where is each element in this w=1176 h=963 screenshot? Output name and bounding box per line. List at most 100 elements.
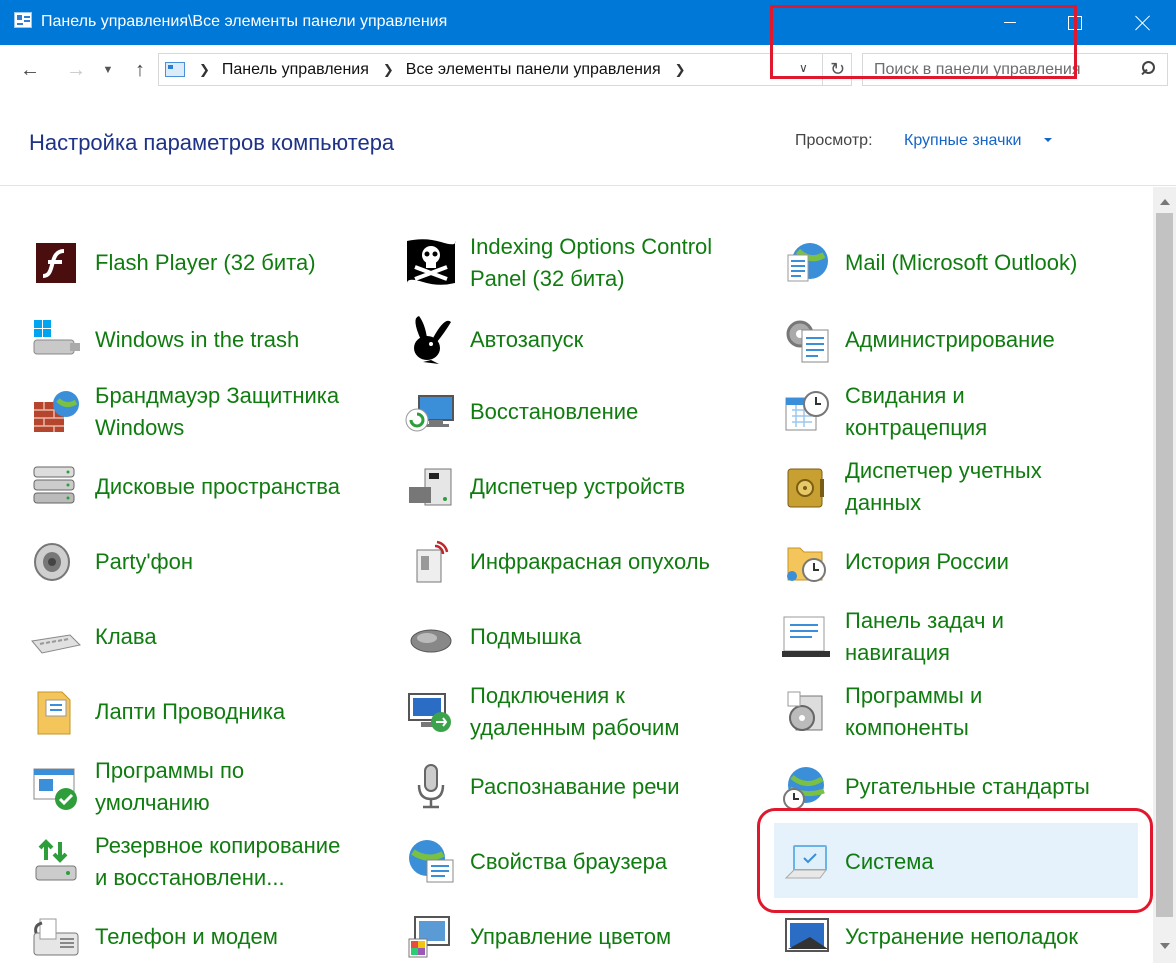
control-panel-item[interactable]: Windows in the trash xyxy=(30,308,390,372)
item-label[interactable]: Администрирование xyxy=(845,324,1055,356)
item-label-line: Windows xyxy=(95,415,185,440)
item-label[interactable]: Дисковые пространства xyxy=(95,471,340,503)
item-label[interactable]: Party'фон xyxy=(95,546,193,578)
item-label[interactable]: Инфракрасная опухоль xyxy=(470,546,710,578)
troubleshoot-icon xyxy=(780,911,832,963)
control-panel-item[interactable]: Автозапуск xyxy=(405,308,765,372)
item-label[interactable]: Диспетчер устройств xyxy=(470,471,685,503)
globe-clock-icon xyxy=(780,761,832,813)
explorer-options-icon xyxy=(30,686,82,738)
back-button[interactable]: ← xyxy=(14,55,46,85)
control-panel-item[interactable]: Резервное копирование и восстановлени... xyxy=(30,830,390,894)
control-panel-item[interactable]: Устранение неполадок xyxy=(780,905,1140,963)
item-label[interactable]: Indexing Options Control Panel (32 бита) xyxy=(470,231,712,295)
control-panel-item[interactable]: Дисковые пространства xyxy=(30,455,390,519)
control-panel-item[interactable]: Indexing Options Control Panel (32 бита) xyxy=(405,231,765,295)
control-panel-item[interactable]: Клава xyxy=(30,605,390,669)
control-panel-item[interactable]: Подключения к удаленным рабочим xyxy=(405,680,765,744)
item-label[interactable]: Ругательные стандарты xyxy=(845,771,1090,803)
control-panel-item[interactable]: Распознавание речи xyxy=(405,755,765,819)
item-label[interactable]: Программы и компоненты xyxy=(845,680,982,744)
scroll-thumb[interactable] xyxy=(1156,213,1173,917)
admin-tools-icon xyxy=(780,314,832,366)
item-label[interactable]: Mail (Microsoft Outlook) xyxy=(845,247,1077,279)
breadcrumb-control-panel[interactable]: Панель управления xyxy=(222,61,369,79)
control-panel-item[interactable]: Диспетчер учетных данных xyxy=(780,455,1140,519)
control-panel-item[interactable]: Mail (Microsoft Outlook) xyxy=(780,231,1140,295)
item-label[interactable]: Телефон и модем xyxy=(95,921,278,953)
forward-button[interactable]: → xyxy=(60,55,92,85)
search-icon[interactable] xyxy=(1141,61,1155,75)
control-panel-item[interactable]: Свойства браузера xyxy=(405,830,765,894)
control-panel-item[interactable]: Администрирование xyxy=(780,308,1140,372)
bunny-logo-icon xyxy=(405,314,457,366)
item-label[interactable]: Резервное копирование и восстановлени... xyxy=(95,830,340,894)
breadcrumb-all-items[interactable]: Все элементы панели управления xyxy=(406,61,661,79)
item-label[interactable]: Распознавание речи xyxy=(470,771,680,803)
close-button[interactable] xyxy=(1118,0,1168,45)
item-label-line: и восстановлени... xyxy=(95,865,285,890)
control-panel-item[interactable]: Инфракрасная опухоль xyxy=(405,530,765,594)
up-button[interactable]: ↑ xyxy=(126,55,154,85)
view-mode-dropdown[interactable]: Крупные значки xyxy=(904,132,1021,150)
control-panel-item[interactable]: Подмышка xyxy=(405,605,765,669)
item-label-line: контрацепция xyxy=(845,415,988,440)
item-label[interactable]: Лапти Проводника xyxy=(95,696,285,728)
item-label-line: Администрирование xyxy=(845,327,1055,352)
control-panel-item[interactable]: Брандмауэр Защитника Windows xyxy=(30,380,390,444)
firewall-icon xyxy=(30,386,82,438)
recent-locations-button[interactable]: ▼ xyxy=(98,55,118,85)
item-label[interactable]: Брандмауэр Защитника Windows xyxy=(95,380,339,444)
address-bar[interactable]: ❯ Панель управления ❯ Все элементы панел… xyxy=(158,53,852,86)
item-label[interactable]: Устранение неполадок xyxy=(845,921,1078,953)
item-label-line: Распознавание речи xyxy=(470,774,680,799)
control-panel-item[interactable]: Восстановление xyxy=(405,380,765,444)
item-label-line: Инфракрасная опухоль xyxy=(470,549,710,574)
close-icon xyxy=(1135,15,1151,31)
item-label[interactable]: Восстановление xyxy=(470,396,638,428)
chevron-down-icon[interactable] xyxy=(1044,138,1052,142)
item-label[interactable]: Управление цветом xyxy=(470,921,671,953)
item-label[interactable]: Подмышка xyxy=(470,621,581,653)
item-label[interactable]: Диспетчер учетных данных xyxy=(845,455,1042,519)
control-panel-item[interactable]: Диспетчер устройств xyxy=(405,455,765,519)
control-panel-item[interactable]: Лапти Проводника xyxy=(30,680,390,744)
chevron-right-icon[interactable]: ❯ xyxy=(675,62,686,78)
item-label[interactable]: Программы по умолчанию xyxy=(95,755,244,819)
control-panel-item[interactable]: Flash Player (32 бита) xyxy=(30,231,390,295)
item-label[interactable]: История России xyxy=(845,546,1009,578)
folder-clock-icon xyxy=(780,536,832,588)
view-label: Просмотр: xyxy=(795,132,873,149)
item-label-line: Дисковые пространства xyxy=(95,474,340,499)
item-label[interactable]: Windows in the trash xyxy=(95,324,299,356)
item-label-line: удаленным рабочим xyxy=(470,715,680,740)
item-label[interactable]: Панель задач и навигация xyxy=(845,605,1004,669)
item-label[interactable]: Свидания и контрацепция xyxy=(845,380,987,444)
item-label[interactable]: Свойства браузера xyxy=(470,846,667,878)
control-panel-item[interactable]: Свидания и контрацепция xyxy=(780,380,1140,444)
control-panel-item[interactable]: Party'фон xyxy=(30,530,390,594)
item-label-line: Программы и xyxy=(845,683,983,708)
flash-icon xyxy=(30,237,82,289)
item-label[interactable]: Подключения к удаленным рабочим xyxy=(470,680,679,744)
control-panel-item[interactable]: Программы по умолчанию xyxy=(30,755,390,819)
chevron-right-icon[interactable]: ❯ xyxy=(199,62,210,78)
item-label-line: данных xyxy=(845,490,922,515)
item-label[interactable]: Flash Player (32 бита) xyxy=(95,247,316,279)
chevron-right-icon[interactable]: ❯ xyxy=(383,62,394,78)
item-label-line: Диспетчер устройств xyxy=(470,474,686,499)
scroll-up-icon[interactable] xyxy=(1160,199,1170,205)
control-panel-item[interactable]: Программы и компоненты xyxy=(780,680,1140,744)
control-panel-item[interactable]: История России xyxy=(780,530,1140,594)
control-panel-item[interactable]: Управление цветом xyxy=(405,905,765,963)
control-panel-item[interactable]: Телефон и модем xyxy=(30,905,390,963)
control-panel-item[interactable]: Панель задач и навигация xyxy=(780,605,1140,669)
page-title: Настройка параметров компьютера xyxy=(29,130,395,155)
item-label[interactable]: Автозапуск xyxy=(470,324,583,356)
item-label[interactable]: Клава xyxy=(95,621,157,653)
recovery-icon xyxy=(405,386,457,438)
item-label-line: Panel (32 бита) xyxy=(470,266,625,291)
control-panel-icon xyxy=(14,12,32,28)
vertical-scrollbar[interactable] xyxy=(1153,187,1176,963)
scroll-down-icon[interactable] xyxy=(1160,943,1170,949)
